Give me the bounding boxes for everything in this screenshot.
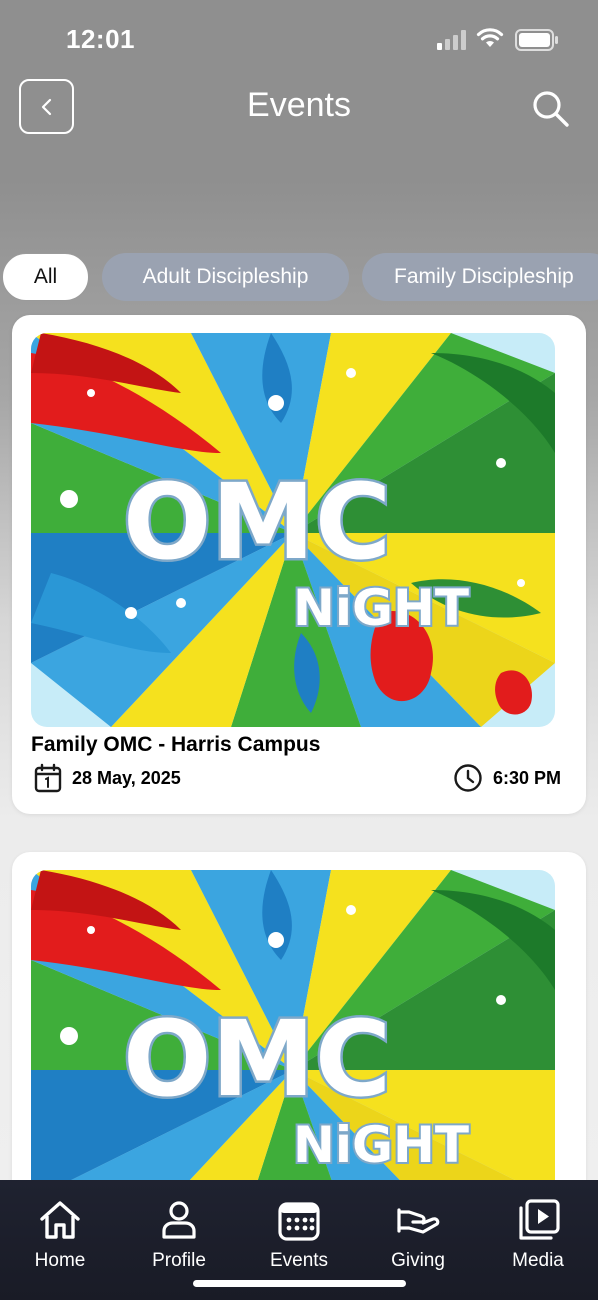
page-title: Events <box>247 86 351 124</box>
svg-text:NiGHT: NiGHT <box>293 1116 469 1174</box>
tab-media[interactable]: Media <box>483 1198 593 1272</box>
filter-chip-adult-discipleship[interactable]: Adult Discipleship <box>102 253 349 301</box>
tab-profile[interactable]: Profile <box>124 1198 234 1272</box>
tab-events[interactable]: Events <box>244 1198 354 1272</box>
calendar-icon <box>278 1202 320 1241</box>
event-date: 28 May, 2025 <box>72 767 181 788</box>
home-icon <box>40 1201 80 1239</box>
filter-chip-family-discipleship[interactable]: Family Discipleship <box>362 253 598 301</box>
home-indicator <box>193 1280 406 1287</box>
event-image: OMC NiGHT <box>31 333 555 727</box>
event-title: Family OMC - Harris Campus <box>31 733 321 756</box>
search-icon[interactable] <box>528 86 572 130</box>
tab-home-label: Home <box>34 1250 86 1271</box>
status-time: 12:01 <box>66 24 135 54</box>
tab-media-label: Media <box>512 1250 564 1271</box>
tab-profile-label: Profile <box>152 1250 206 1271</box>
wifi-icon <box>476 28 504 47</box>
tab-events-label: Events <box>269 1250 329 1271</box>
tab-home[interactable]: Home <box>5 1198 115 1272</box>
svg-text:OMC: OMC <box>123 461 391 583</box>
event-date-row: 28 May, 2025 <box>34 763 181 793</box>
svg-text:OMC: OMC <box>123 998 391 1120</box>
giving-hand-icon <box>397 1208 440 1234</box>
battery-icon <box>515 29 558 51</box>
svg-text:NiGHT: NiGHT <box>293 579 469 637</box>
event-time-row: 6:30 PM <box>453 763 561 793</box>
tab-giving[interactable]: Giving <box>363 1198 473 1272</box>
clock-icon <box>454 764 482 792</box>
calendar-icon <box>34 763 62 793</box>
category-filter-bar: All Adult Discipleship Family Disciplesh… <box>0 253 598 303</box>
media-play-icon <box>519 1199 560 1240</box>
event-card[interactable]: OMC NiGHT Family OMC - Harris Campus 28 … <box>12 315 586 814</box>
event-time: 6:30 PM <box>492 767 561 788</box>
status-bar: 12:01 <box>0 0 598 80</box>
tab-giving-label: Giving <box>391 1250 445 1271</box>
filter-chip-all[interactable]: All <box>2 253 89 301</box>
person-icon <box>162 1201 196 1239</box>
cellular-signal-icon <box>437 30 466 50</box>
